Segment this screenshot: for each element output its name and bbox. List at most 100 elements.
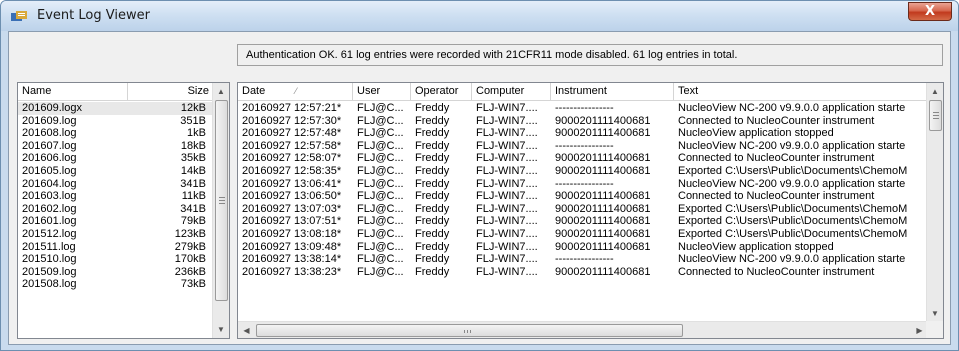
log-text: NucleoView NC-200 v9.9.0.0 application s… — [678, 177, 906, 190]
log-computer: FLJ-WIN7.... — [476, 202, 538, 215]
log-entry-row[interactable]: 20160927 12:57:48* FLJ@C... Freddy FLJ-WIN7… — [238, 127, 928, 140]
window-title: Event Log Viewer — [37, 8, 150, 23]
file-list-item[interactable]: 201511.log 279kB — [18, 241, 214, 254]
log-entry-row[interactable]: 20160927 13:07:03* FLJ@C... Freddy FLJ-WIN7… — [238, 203, 928, 216]
arrow-left-icon[interactable]: ◀ — [238, 322, 255, 338]
scrollbar-thumb[interactable] — [929, 100, 942, 131]
arrow-up-icon[interactable]: ▲ — [213, 83, 229, 100]
log-entry-row[interactable]: 20160927 12:58:07* FLJ@C... Freddy FLJ-WIN7… — [238, 152, 928, 165]
arrow-up-icon[interactable]: ▲ — [927, 83, 943, 100]
column-header-text[interactable]: Text — [674, 83, 928, 101]
file-name: 201512.log — [22, 227, 77, 240]
event-log-icon — [11, 11, 27, 21]
file-list-item[interactable]: 201509.log 236kB — [18, 266, 214, 279]
log-text: Exported C:\Users\Public\Documents\Chemo… — [678, 215, 908, 228]
horizontal-scrollbar-thumb[interactable] — [256, 324, 683, 337]
log-date: 20160927 12:58:07* — [242, 152, 342, 165]
file-list-item[interactable]: 201508.log 73kB — [18, 278, 214, 291]
column-header-date[interactable]: Date ⁄ — [238, 83, 353, 101]
log-text: Connected to NucleoCounter instrument — [678, 152, 875, 165]
log-list-vertical-scrollbar[interactable]: ▲ ▼ — [926, 83, 943, 322]
file-list-header: Name Size — [18, 83, 214, 101]
log-user: FLJ@C... — [357, 265, 404, 278]
log-entry-row[interactable]: 20160927 12:57:21* FLJ@C... Freddy FLJ-WIN7… — [238, 102, 928, 115]
column-header-computer[interactable]: Computer — [472, 83, 551, 101]
file-list-item[interactable]: 201603.log 11kB — [18, 190, 214, 203]
log-user: FLJ@C... — [357, 202, 404, 215]
log-user: FLJ@C... — [357, 215, 404, 228]
log-computer: FLJ-WIN7.... — [476, 177, 538, 190]
file-name: 201605.log — [22, 164, 77, 177]
file-name: 201608.log — [22, 127, 77, 140]
log-user: FLJ@C... — [357, 114, 404, 127]
log-list-horizontal-scrollbar[interactable]: ◀ ▶ — [238, 321, 928, 338]
column-header-user[interactable]: User — [353, 83, 411, 101]
title-bar[interactable]: Event Log Viewer X — [1, 1, 958, 31]
file-list-vertical-scrollbar[interactable]: ▲ ▼ — [212, 83, 229, 338]
file-list-item[interactable]: 201607.log 18kB — [18, 140, 214, 153]
log-operator: Freddy — [415, 114, 450, 127]
log-entry-row[interactable]: 20160927 12:57:30* FLJ@C... Freddy FLJ-WIN7… — [238, 115, 928, 128]
log-text: Exported C:\Users\Public\Documents\Chemo… — [678, 164, 908, 177]
log-computer: FLJ-WIN7.... — [476, 240, 538, 253]
column-header-instrument[interactable]: Instrument — [551, 83, 674, 101]
file-list-item[interactable]: 201609.logx 12kB — [18, 102, 214, 115]
file-list-item[interactable]: 201604.log 341B — [18, 178, 214, 191]
log-computer: FLJ-WIN7.... — [476, 265, 538, 278]
sort-indicator-icon: ⁄ — [295, 86, 297, 96]
file-size: 236kB — [174, 265, 206, 278]
scrollbar-thumb[interactable] — [215, 100, 228, 301]
log-instrument: ---------------- — [555, 139, 614, 152]
log-operator: Freddy — [415, 139, 450, 152]
log-entry-row[interactable]: 20160927 13:06:41* FLJ@C... Freddy FLJ-WIN7… — [238, 178, 928, 191]
log-entry-row[interactable]: 20160927 13:38:14* FLJ@C... Freddy FLJ-WIN7… — [238, 253, 928, 266]
log-date: 20160927 13:08:18* — [242, 227, 342, 240]
log-user: FLJ@C... — [357, 227, 404, 240]
log-entry-row[interactable]: 20160927 13:07:51* FLJ@C... Freddy FLJ-WIN7… — [238, 215, 928, 228]
client-area: Authentication OK. 61 log entries were r… — [8, 31, 951, 345]
log-entry-row[interactable]: 20160927 13:08:18* FLJ@C... Freddy FLJ-WIN7… — [238, 228, 928, 241]
log-date: 20160927 12:57:30* — [242, 114, 342, 127]
log-computer: FLJ-WIN7.... — [476, 190, 538, 203]
log-operator: Freddy — [415, 253, 450, 266]
file-list-item[interactable]: 201512.log 123kB — [18, 228, 214, 241]
log-entry-row[interactable]: 20160927 12:58:35* FLJ@C... Freddy FLJ-WIN7… — [238, 165, 928, 178]
file-list-item[interactable]: 201601.log 79kB — [18, 215, 214, 228]
column-header-operator[interactable]: Operator — [411, 83, 472, 101]
log-instrument: 9000201111400681 — [555, 202, 651, 215]
column-header-size[interactable]: Size — [128, 83, 214, 101]
file-list-item[interactable]: 201608.log 1kB — [18, 127, 214, 140]
file-size: 341B — [180, 202, 206, 215]
file-list-item[interactable]: 201602.log 341B — [18, 203, 214, 216]
file-list-item[interactable]: 201510.log 170kB — [18, 253, 214, 266]
file-list-item[interactable]: 201605.log 14kB — [18, 165, 214, 178]
log-entry-row[interactable]: 20160927 13:09:48* FLJ@C... Freddy FLJ-WIN7… — [238, 241, 928, 254]
arrow-down-icon[interactable]: ▼ — [927, 305, 943, 322]
log-instrument: 9000201111400681 — [555, 215, 651, 228]
file-name: 201510.log — [22, 253, 77, 266]
file-list-item[interactable]: 201609.log 351B — [18, 115, 214, 128]
log-computer: FLJ-WIN7.... — [476, 127, 538, 140]
close-icon: X — [924, 4, 936, 19]
log-file-list[interactable]: Name Size 201609.logx 12kB 201609.log 351B 2… — [17, 82, 230, 339]
log-instrument: 9000201111400681 — [555, 164, 651, 177]
file-list-item[interactable]: 201606.log 35kB — [18, 152, 214, 165]
file-name: 201509.log — [22, 265, 77, 278]
log-date: 20160927 13:06:50* — [242, 190, 342, 203]
log-user: FLJ@C... — [357, 177, 404, 190]
log-operator: Freddy — [415, 127, 450, 140]
column-header-name[interactable]: Name — [18, 83, 128, 101]
file-size: 14kB — [180, 164, 206, 177]
arrow-down-icon[interactable]: ▼ — [213, 321, 229, 338]
close-button[interactable]: X — [908, 2, 952, 21]
log-entry-row[interactable]: 20160927 13:06:50* FLJ@C... Freddy FLJ-WIN7… — [238, 190, 928, 203]
log-instrument: ---------------- — [555, 102, 614, 114]
log-entry-row[interactable]: 20160927 13:38:23* FLJ@C... Freddy FLJ-WIN7… — [238, 266, 928, 279]
log-user: FLJ@C... — [357, 152, 404, 165]
file-size: 351B — [180, 114, 206, 127]
log-entries-list[interactable]: Date ⁄ User Operator Computer Instrument … — [237, 82, 944, 339]
log-user: FLJ@C... — [357, 102, 404, 114]
file-size: 279kB — [174, 240, 206, 253]
log-date: 20160927 12:57:21* — [242, 102, 342, 114]
log-entry-row[interactable]: 20160927 12:57:58* FLJ@C... Freddy FLJ-WIN7… — [238, 140, 928, 153]
